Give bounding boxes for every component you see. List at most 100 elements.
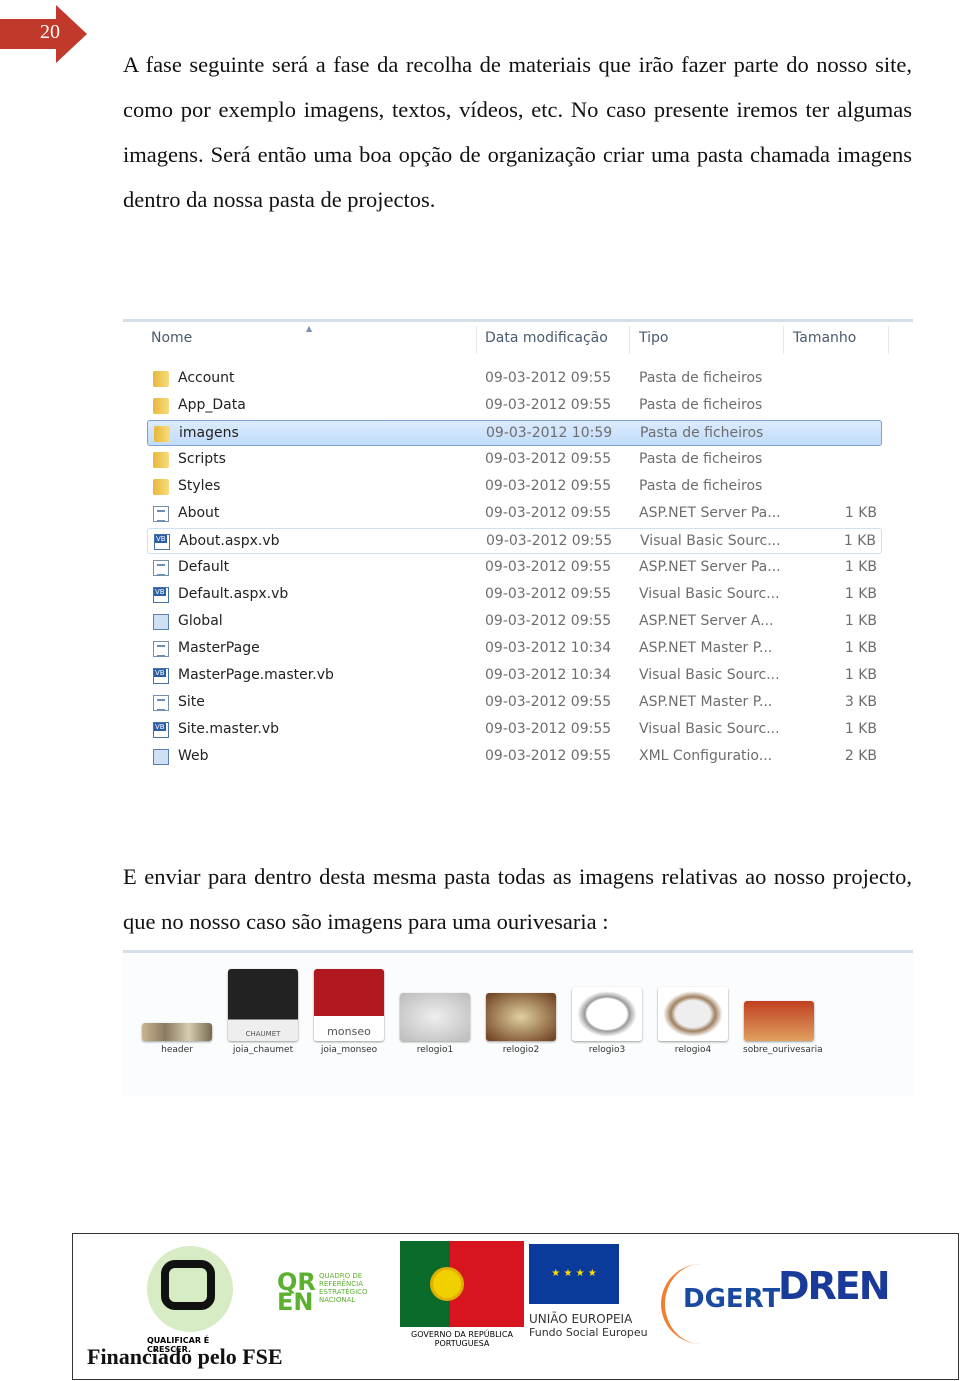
column-header-type[interactable]: Tipo (639, 330, 668, 354)
image-thumbnail[interactable]: relogio4 (657, 963, 729, 1056)
file-row[interactable]: Styles 09-03-2012 09:55 Pasta de ficheir… (147, 474, 882, 500)
thumbnail-label: header (161, 1045, 193, 1055)
file-row[interactable]: Account 09-03-2012 09:55 Pasta de fichei… (147, 366, 882, 392)
file-row[interactable]: About 09-03-2012 09:55 ASP.NET Server Pa… (147, 501, 882, 527)
file-row[interactable]: Scripts 09-03-2012 09:55 Pasta de fichei… (147, 447, 882, 473)
file-name: Default (178, 559, 230, 575)
dgert-logo: DGERT (661, 1264, 780, 1344)
aspx-file-icon (153, 506, 169, 522)
file-type: Pasta de ficheiros (639, 397, 763, 413)
folder-icon (153, 479, 169, 495)
image-thumbnail[interactable]: relogio1 (399, 963, 471, 1056)
footer-funding: QUALIFICAR É CRESCER. QR EN QUADRO DE REF… (72, 1233, 959, 1380)
file-date: 09-03-2012 09:55 (485, 613, 612, 629)
file-size: 1 KB (844, 721, 877, 737)
file-date: 09-03-2012 09:55 (485, 397, 612, 413)
uniao-europeia-logo: ★ ★ ★ ★ UNIÃO EUROPEIA Fundo Social Euro… (529, 1244, 654, 1339)
qren-logo: QR EN QUADRO DE REFERÊNCIA ESTRATÉGICO NA… (277, 1268, 368, 1316)
aspx-file-icon (153, 641, 169, 657)
file-type: Pasta de ficheiros (639, 451, 763, 467)
file-row[interactable]: Web 09-03-2012 09:55 XML Configuratio...… (147, 744, 882, 770)
folder-icon (153, 371, 169, 387)
thumbnail-label: relogio4 (674, 1045, 712, 1055)
image-thumbnails-screenshot: header CHAUMET joia_chaumet monseo joia_mo… (123, 950, 913, 1096)
file-row[interactable]: About.aspx.vb 09-03-2012 09:55 Visual Ba… (147, 528, 882, 554)
file-name: Styles (178, 478, 221, 494)
image-thumbnail[interactable]: CHAUMET joia_chaumet (227, 963, 299, 1056)
file-type: Visual Basic Sourc... (639, 586, 780, 602)
column-header-name[interactable]: Nome (151, 330, 192, 354)
paragraph-intro: A fase seguinte será a fase da recolha d… (123, 52, 912, 212)
thumbnail-image (744, 1001, 814, 1041)
file-type: ASP.NET Server Pa... (639, 559, 781, 575)
dren-logo: DREN (778, 1264, 891, 1308)
file-name: imagens (179, 425, 239, 441)
thumbnail-label: sobre_ourivesaria (743, 1045, 823, 1055)
paragraph-images: E enviar para dentro desta mesma pasta t… (123, 864, 912, 934)
image-thumbnail[interactable]: relogio3 (571, 963, 643, 1056)
page-number-badge: 20 (0, 5, 88, 63)
file-type: Pasta de ficheiros (639, 478, 763, 494)
thumbnail-label: relogio1 (416, 1045, 454, 1055)
file-name: About.aspx.vb (179, 533, 280, 549)
vb-file-icon (153, 668, 169, 684)
file-name: About (178, 505, 220, 521)
thumbnail-label: joia_chaumet (232, 1045, 294, 1055)
file-name: Site (178, 694, 205, 710)
vb-file-icon (153, 587, 169, 603)
vb-file-icon (153, 722, 169, 738)
file-size: 3 KB (844, 694, 877, 710)
file-row[interactable]: MasterPage.master.vb 09-03-2012 10:34 Vi… (147, 663, 882, 689)
column-header-size[interactable]: Tamanho (793, 330, 856, 354)
thumbnail-image: monseo (314, 969, 384, 1041)
page-number: 20 (40, 21, 60, 43)
file-date: 09-03-2012 09:55 (485, 559, 612, 575)
file-size: 1 KB (844, 505, 877, 521)
thumbnail-label: joia_monseo (320, 1045, 378, 1055)
file-date: 09-03-2012 10:34 (485, 640, 612, 656)
file-date: 09-03-2012 09:55 (485, 370, 612, 386)
file-row[interactable]: App_Data 09-03-2012 09:55 Pasta de fiche… (147, 393, 882, 419)
file-row[interactable]: imagens 09-03-2012 10:59 Pasta de fichei… (147, 420, 882, 446)
image-thumbnail[interactable]: sobre_ourivesaria (743, 963, 823, 1056)
aspx-file-icon (153, 695, 169, 711)
file-type: Visual Basic Sourc... (639, 721, 780, 737)
file-name: Site.master.vb (178, 721, 280, 737)
file-row[interactable]: Global 09-03-2012 09:55 ASP.NET Server A… (147, 609, 882, 635)
folder-icon (154, 426, 170, 442)
file-size: 1 KB (844, 667, 877, 683)
file-size: 1 KB (843, 533, 876, 549)
file-date: 09-03-2012 09:55 (485, 478, 612, 494)
sort-arrow-icon: ▲ (306, 324, 313, 333)
file-name: Default.aspx.vb (178, 586, 289, 602)
financed-by-fse: Financiado pelo FSE (87, 1344, 283, 1369)
thumbnail-label: relogio2 (502, 1045, 540, 1055)
asax-file-icon (153, 614, 169, 630)
image-thumbnail[interactable]: monseo joia_monseo (313, 963, 385, 1056)
qualificar-logo: QUALIFICAR É CRESCER. (147, 1246, 237, 1354)
file-name: Account (178, 370, 235, 386)
file-date: 09-03-2012 09:55 (486, 533, 613, 549)
file-row[interactable]: Site 09-03-2012 09:55 ASP.NET Master P..… (147, 690, 882, 716)
file-name: Scripts (178, 451, 226, 467)
file-date: 09-03-2012 10:34 (485, 667, 612, 683)
file-row[interactable]: MasterPage 09-03-2012 10:34 ASP.NET Mast… (147, 636, 882, 662)
image-thumbnail[interactable]: relogio2 (485, 963, 557, 1056)
thumbnail-image (572, 987, 642, 1041)
folder-icon (153, 452, 169, 468)
file-size: 1 KB (844, 586, 877, 602)
file-size: 1 KB (844, 613, 877, 629)
file-type: ASP.NET Master P... (639, 640, 773, 656)
column-header-date[interactable]: Data modificação (485, 330, 608, 354)
file-type: Pasta de ficheiros (640, 425, 764, 441)
file-name: App_Data (178, 397, 246, 413)
file-date: 09-03-2012 09:55 (485, 586, 612, 602)
file-row[interactable]: Site.master.vb 09-03-2012 09:55 Visual B… (147, 717, 882, 743)
file-date: 09-03-2012 09:55 (485, 451, 612, 467)
image-thumbnail[interactable]: header (141, 963, 213, 1056)
folder-icon (153, 398, 169, 414)
file-row[interactable]: Default 09-03-2012 09:55 ASP.NET Server … (147, 555, 882, 581)
file-row[interactable]: Default.aspx.vb 09-03-2012 09:55 Visual … (147, 582, 882, 608)
thumbnail-image (400, 993, 470, 1041)
file-name: Global (178, 613, 223, 629)
